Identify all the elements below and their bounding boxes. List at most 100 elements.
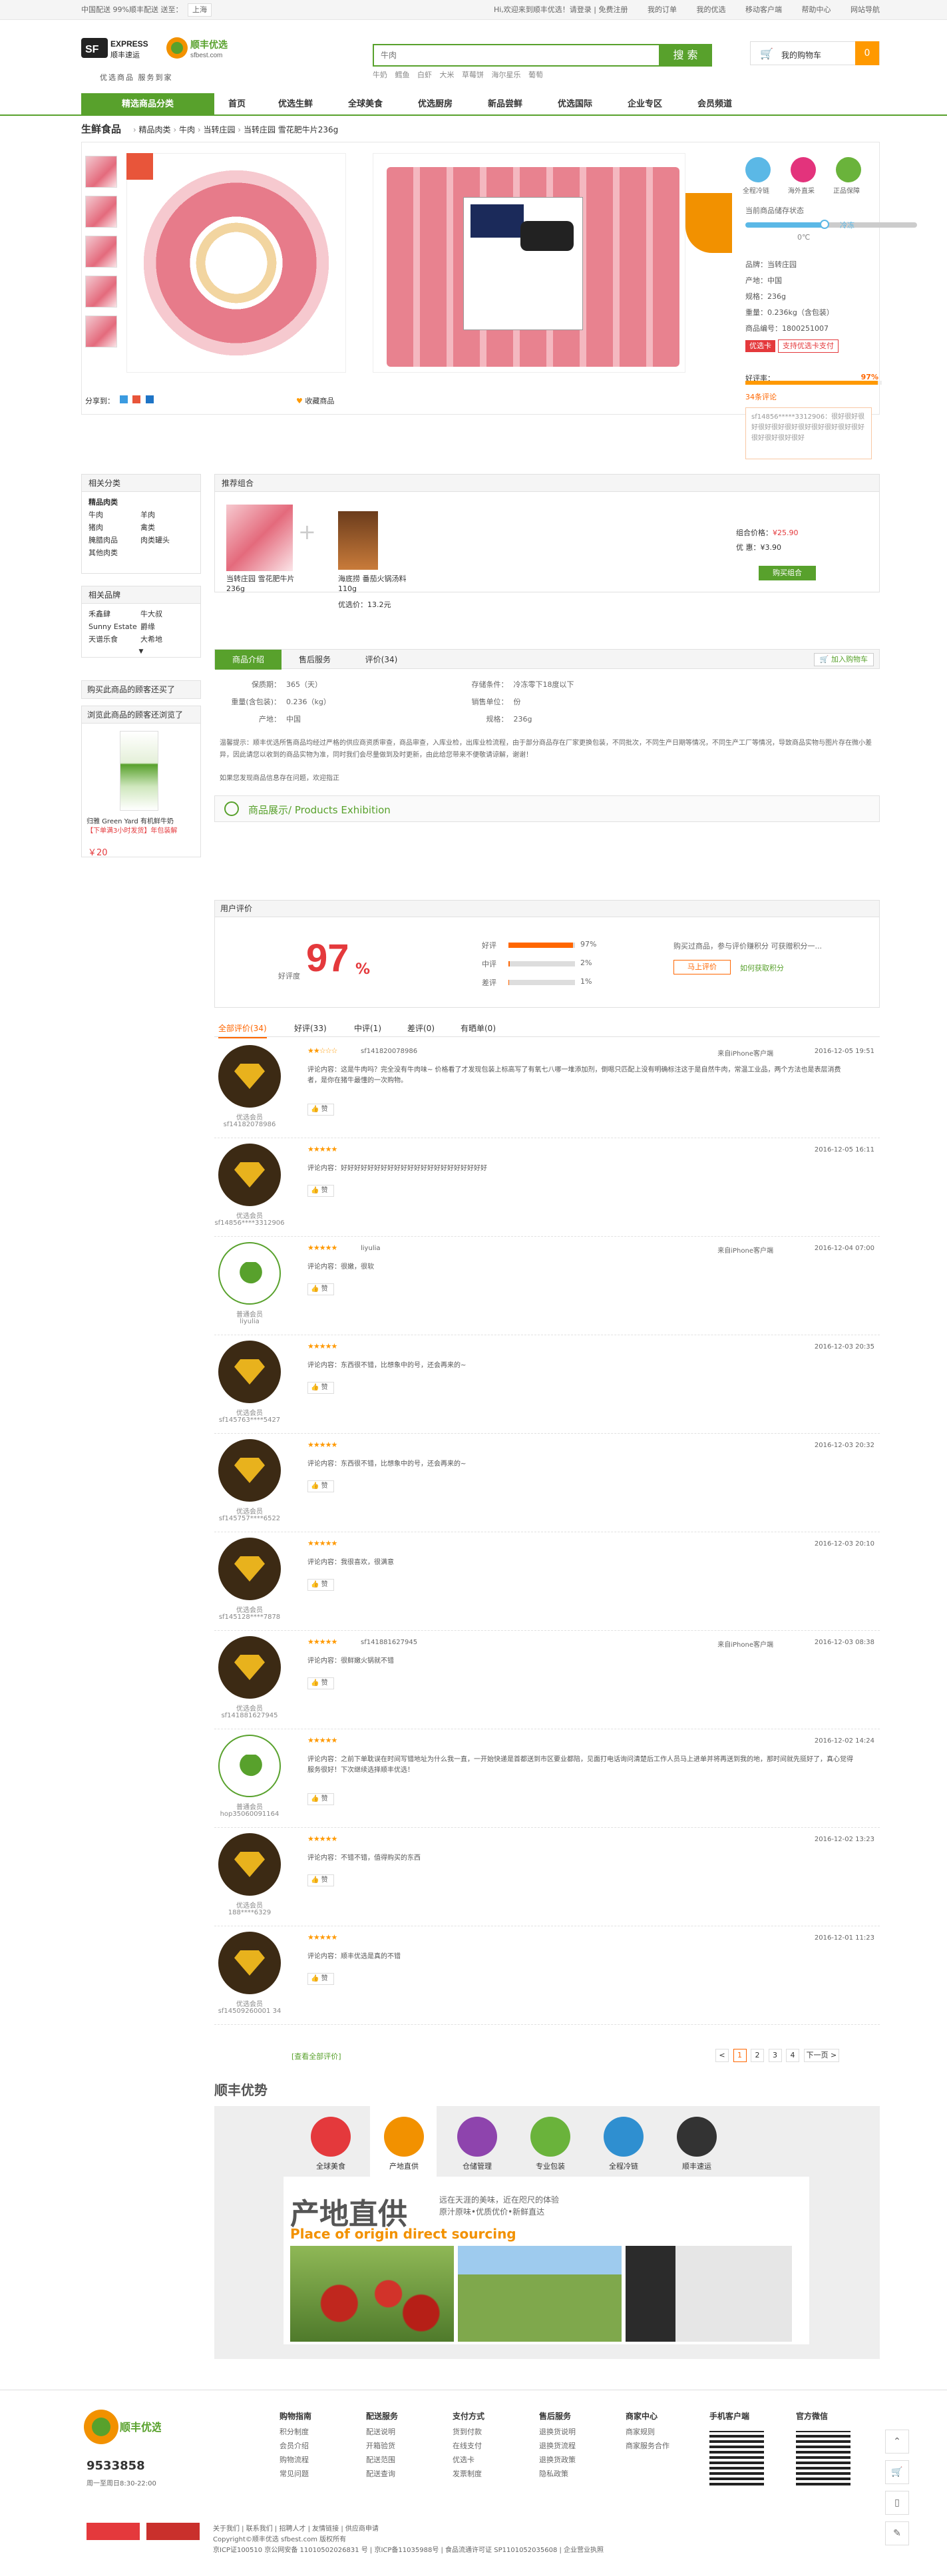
category-link[interactable]: 羊肉 xyxy=(140,509,192,521)
category-link[interactable]: 腌腊肉品 xyxy=(89,534,140,546)
chevron-down-icon[interactable]: ▼ xyxy=(89,646,194,658)
next-page[interactable]: 下一页 > xyxy=(803,2049,840,2062)
footer-link[interactable]: 优选卡 xyxy=(453,2453,484,2467)
advantage-tab[interactable]: 顺丰速运 xyxy=(673,2117,720,2171)
footer-link[interactable]: 发票制度 xyxy=(453,2467,484,2481)
breadcrumb-item[interactable]: 当转庄园 xyxy=(203,125,235,134)
side-feedback-icon[interactable]: ✎ xyxy=(885,2521,909,2545)
tab-reviews[interactable]: 评价(34) xyxy=(348,650,415,670)
buy-combo-button[interactable]: 购买组合 xyxy=(759,566,816,580)
nav-item-member[interactable]: 会员频道 xyxy=(697,93,732,116)
like-button[interactable]: 👍 赞 xyxy=(307,1382,334,1394)
tab-service[interactable]: 售后服务 xyxy=(282,650,348,670)
top-link-mobile[interactable]: 移动客户端 xyxy=(745,5,782,14)
nav-item-kitchen[interactable]: 优选厨房 xyxy=(418,93,453,116)
footer-link[interactable]: 退换货说明 xyxy=(539,2425,576,2439)
side-cart-icon[interactable]: 🛒 xyxy=(885,2460,909,2484)
combo-item-image[interactable] xyxy=(338,511,378,570)
footer-link[interactable]: 配送说明 xyxy=(366,2425,398,2439)
product-thumbnail[interactable] xyxy=(85,316,117,347)
nav-item-intl[interactable]: 优选国际 xyxy=(558,93,592,116)
footer-link[interactable]: 隐私政策 xyxy=(539,2467,576,2481)
side-mobile-icon[interactable]: ▯ xyxy=(885,2491,909,2515)
welcome-login-link[interactable]: Hi,欢迎来到顺丰优选！请登录 | 免费注册 xyxy=(494,5,628,14)
promo-text[interactable]: 支持优选卡支付 xyxy=(777,339,839,353)
advantage-tab[interactable]: 仓储管理 xyxy=(454,2117,500,2171)
like-button[interactable]: 👍 赞 xyxy=(307,1480,334,1492)
breadcrumb-head[interactable]: 生鲜食品 xyxy=(81,123,121,135)
all-reviews-link[interactable]: [查看全部评价] xyxy=(291,2051,341,2061)
review-tab-mid[interactable]: 中评(1) xyxy=(354,1022,381,1034)
category-link[interactable]: 其他肉类 xyxy=(89,546,140,559)
advantage-tab[interactable]: 全程冷链 xyxy=(600,2117,647,2171)
category-link[interactable]: 禽类 xyxy=(140,521,192,534)
footer-link[interactable]: 配送范围 xyxy=(366,2453,398,2467)
review-tab-photo[interactable]: 有晒单(0) xyxy=(461,1022,496,1034)
also-viewed-item[interactable]: 归雅 Green Yard 有机鲜牛奶 【下单满3小时发货】年包装解 xyxy=(87,817,200,836)
tab-intro[interactable]: 商品介绍 xyxy=(215,650,282,670)
breadcrumb-item[interactable]: 牛肉 xyxy=(179,125,195,134)
footer-link[interactable]: 退换货流程 xyxy=(539,2439,576,2453)
category-link[interactable]: 肉类罐头 xyxy=(140,534,192,546)
like-button[interactable]: 👍 赞 xyxy=(307,1579,334,1591)
product-thumbnail[interactable] xyxy=(85,236,117,268)
review-tab-bad[interactable]: 差评(0) xyxy=(407,1022,435,1034)
footer-link[interactable]: 积分制度 xyxy=(280,2425,311,2439)
advantage-tab[interactable]: 产地直供 xyxy=(381,2117,427,2171)
also-viewed-image[interactable] xyxy=(120,731,158,811)
add-to-cart-button[interactable]: 🛒 加入购物车 xyxy=(813,653,874,666)
sf-express-logo[interactable]: SF EXPRESS 顺丰速运 xyxy=(81,35,151,68)
share-weibo-icon[interactable] xyxy=(119,395,128,403)
prev-page[interactable]: < xyxy=(715,2049,729,2062)
category-menu[interactable]: 精选商品分类 xyxy=(81,93,214,116)
like-button[interactable]: 👍 赞 xyxy=(307,1185,334,1197)
like-button[interactable]: 👍 赞 xyxy=(307,1677,334,1689)
sfbest-logo[interactable]: 顺丰优选 sfbest.com xyxy=(165,35,245,68)
brand-link[interactable]: 大希地 xyxy=(140,633,192,646)
like-button[interactable]: 👍 赞 xyxy=(307,1973,334,1985)
back-to-top-icon[interactable]: ⌃ xyxy=(885,2430,909,2454)
hot-word[interactable]: 白虾 xyxy=(417,71,432,79)
breadcrumb-item[interactable]: 精品肉类 xyxy=(138,125,170,134)
review-tab-good[interactable]: 好评(33) xyxy=(294,1022,327,1034)
product-main-image[interactable] xyxy=(126,153,346,373)
review-count-link[interactable]: 34条评论 xyxy=(745,391,777,402)
footer-nav-links[interactable]: 关于我们 | 联系我们 | 招聘人才 | 友情链接 | 供应商申请 xyxy=(213,2524,604,2535)
like-button[interactable]: 👍 赞 xyxy=(307,1104,334,1116)
feedback-link[interactable]: 如果您发现商品信息存在问题，欢迎指正 xyxy=(220,772,339,782)
trust-badge-icon[interactable] xyxy=(146,2523,200,2540)
footer-link[interactable]: 会员介绍 xyxy=(280,2439,311,2453)
cart-button[interactable]: 🛒 我的购物车 0 xyxy=(750,41,880,65)
top-link-orders[interactable]: 我的订单 xyxy=(648,5,677,14)
footer-link[interactable]: 退换货政策 xyxy=(539,2453,576,2467)
nav-item-enterprise[interactable]: 企业专区 xyxy=(628,93,662,116)
related-category-head[interactable]: 精品肉类 xyxy=(89,496,194,509)
combo-item-image[interactable] xyxy=(226,505,293,571)
nav-item-global[interactable]: 全球美食 xyxy=(348,93,383,116)
like-button[interactable]: 👍 赞 xyxy=(307,1874,334,1886)
hot-word[interactable]: 葡萄 xyxy=(528,71,543,79)
footer-link[interactable]: 常见问题 xyxy=(280,2467,311,2481)
footer-link[interactable]: 商家服务合作 xyxy=(626,2439,669,2453)
advantage-tab[interactable]: 专业包装 xyxy=(527,2117,574,2171)
page-4[interactable]: 4 xyxy=(786,2049,799,2062)
hot-word[interactable]: 海尔星乐 xyxy=(492,71,521,79)
product-thumbnail[interactable] xyxy=(85,196,117,228)
write-review-button[interactable]: 马上评价 xyxy=(673,960,731,974)
like-button[interactable]: 👍 赞 xyxy=(307,1793,334,1805)
hot-word[interactable]: 草莓饼 xyxy=(462,71,484,79)
share-qzone-icon[interactable] xyxy=(132,395,140,403)
favorite-button[interactable]: ♥ 收藏商品 xyxy=(296,395,334,406)
combo-item-name[interactable]: 海底捞 番茄火锅汤料 110g xyxy=(338,574,411,594)
footer-link[interactable]: 购物流程 xyxy=(280,2453,311,2467)
brand-link[interactable]: 禾鑫肆 xyxy=(89,608,140,620)
hot-word[interactable]: 鳕鱼 xyxy=(395,71,410,79)
nav-item-fresh[interactable]: 优选生鲜 xyxy=(278,93,313,116)
page-3[interactable]: 3 xyxy=(768,2049,782,2062)
hot-word[interactable]: 牛奶 xyxy=(373,71,387,79)
footer-link[interactable]: 开箱验货 xyxy=(366,2439,398,2453)
like-button[interactable]: 👍 赞 xyxy=(307,1283,334,1295)
top-link-help[interactable]: 帮助中心 xyxy=(802,5,831,14)
hot-word[interactable]: 大米 xyxy=(440,71,455,79)
share-renren-icon[interactable] xyxy=(145,395,154,403)
